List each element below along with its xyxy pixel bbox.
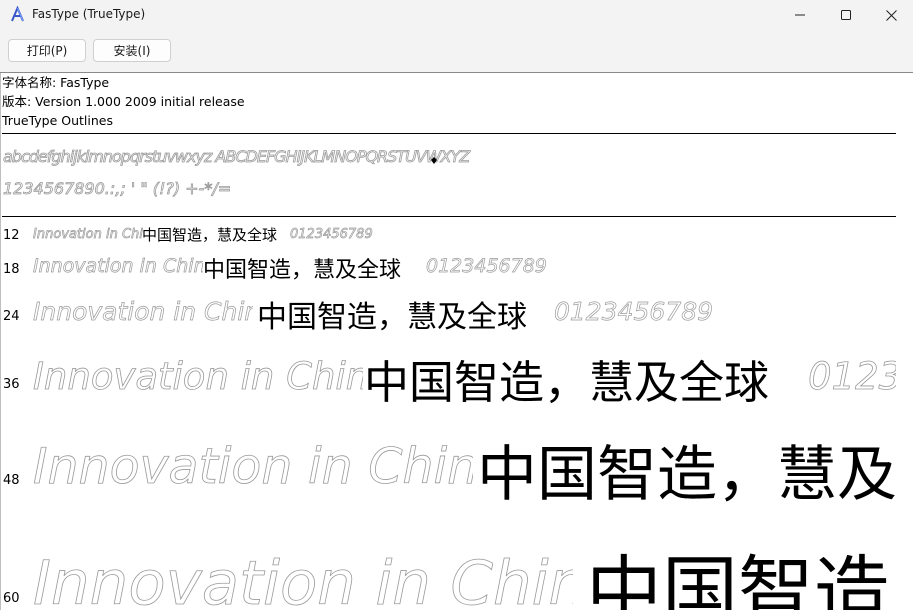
install-button[interactable]: 安装(I) (93, 39, 171, 62)
charset-line-1: abcdefghijklmnopqrstuvwxyz ABCDEFGHIJKLM… (3, 147, 471, 166)
maximize-button[interactable] (823, 0, 869, 30)
cjk-sample: 中国智造，慧及全球 (257, 300, 527, 335)
size-label: 60 (3, 591, 20, 606)
window-title: FasType (TrueType) (32, 7, 146, 21)
app-font-icon (9, 5, 26, 23)
size-label: 24 (3, 309, 20, 324)
svg-text:Innovation in China: Innovation in China (33, 438, 473, 495)
size-label: 12 (3, 228, 20, 243)
latin-sample: Innovation in China (33, 297, 253, 327)
close-button[interactable] (868, 0, 913, 30)
font-version-line: 版本: Version 1.000 2009 initial release (2, 94, 245, 109)
font-preview-area: 字体名称: FasType 版本: Version 1.000 2009 ini… (0, 73, 913, 610)
size-label: 36 (3, 377, 20, 392)
close-icon (885, 9, 897, 21)
svg-text:0123456789: 0123456789 (426, 255, 547, 277)
divider-top (2, 133, 896, 134)
svg-text:Innovation in China: Innovation in China (33, 227, 143, 242)
cjk-sample: 中国智造，慧及全球 (142, 226, 278, 244)
print-button[interactable]: 打印(P) (8, 39, 86, 62)
digits-sample: 0123456789 (808, 355, 908, 399)
digits-sample: 0123456789 (554, 297, 713, 327)
font-outline-line: TrueType Outlines (2, 113, 113, 128)
svg-text:Innovation in China: Innovation in China (33, 355, 363, 398)
latin-sample: Innovation in China (33, 255, 203, 278)
charset-preview: abcdefghijklmnopqrstuvwxyz ABCDEFGHIJKLM… (3, 147, 473, 199)
maximize-icon (841, 10, 851, 20)
font-name-line: 字体名称: FasType (2, 75, 110, 90)
digits-sample: 0123456789 (426, 255, 547, 278)
divider-bottom (2, 216, 896, 217)
charset-line-2: 1234567890.:,; ' " (!?) +-*/= (3, 179, 231, 198)
minimize-button[interactable] (777, 0, 823, 30)
cjk-sample: 中国智造，慧及全球 (586, 547, 913, 610)
minimize-icon (795, 14, 805, 16)
digits-sample: 0123456789 (290, 227, 373, 242)
cjk-sample: 中国智造，慧及全球 (477, 440, 913, 510)
svg-text:Innovation in China: Innovation in China (33, 548, 573, 610)
svg-text:Innovation in China: Innovation in China (33, 255, 203, 277)
right-margin (896, 73, 913, 610)
svg-text:0123456789: 0123456789 (554, 297, 713, 326)
latin-sample: Innovation in China (33, 548, 573, 610)
size-label: 48 (3, 473, 20, 488)
svg-text:Innovation in China: Innovation in China (33, 297, 253, 326)
title-bar: FasType (TrueType) (0, 0, 913, 30)
border (0, 73, 1, 610)
latin-sample: Innovation in China (33, 438, 473, 496)
cjk-sample: 中国智造，慧及全球 (364, 356, 770, 409)
latin-sample: Innovation in China (33, 227, 143, 242)
toolbar: 打印(P) 安装(I) (0, 30, 913, 73)
cjk-sample: 中国智造，慧及全球 (203, 258, 402, 283)
size-label: 18 (3, 262, 20, 277)
latin-sample: Innovation in China (33, 355, 363, 399)
svg-text:0123456789: 0123456789 (290, 227, 373, 242)
svg-text:0123456789: 0123456789 (808, 355, 908, 398)
